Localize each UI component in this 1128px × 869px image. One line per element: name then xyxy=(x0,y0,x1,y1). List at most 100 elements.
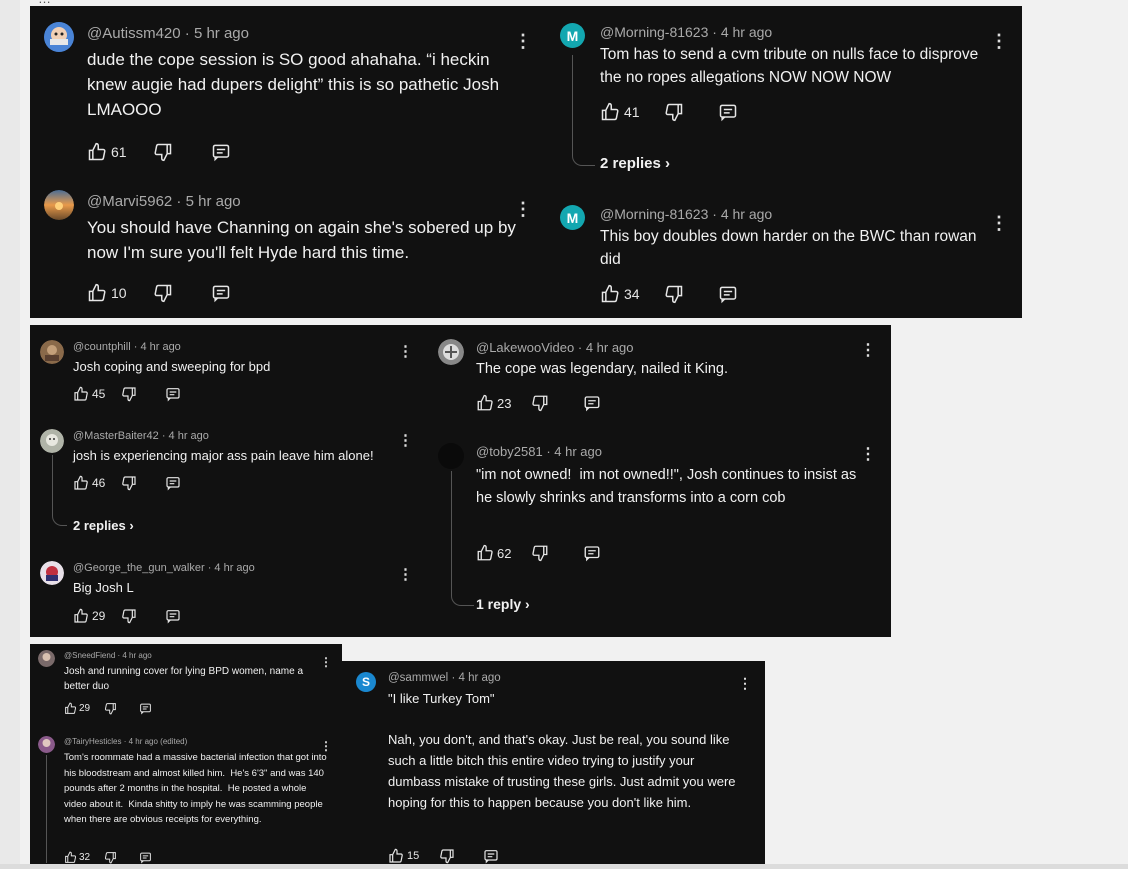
more-vertical-icon[interactable]: ⋮ xyxy=(398,433,413,448)
comment-author[interactable]: @George_the_gun_walker xyxy=(73,562,205,574)
avatar[interactable] xyxy=(40,429,64,453)
avatar[interactable]: M xyxy=(560,205,585,230)
reply-button[interactable] xyxy=(718,284,738,304)
comment-time[interactable]: 4 hr ago xyxy=(458,672,500,684)
reply-button[interactable] xyxy=(583,394,601,412)
dislike-button[interactable] xyxy=(531,394,549,412)
dislike-button[interactable] xyxy=(104,851,117,864)
avatar[interactable] xyxy=(44,22,74,52)
dislike-button[interactable] xyxy=(153,283,173,303)
reply-button[interactable] xyxy=(139,851,152,864)
comment-time[interactable]: 5 hr ago xyxy=(186,193,241,210)
reply-button[interactable] xyxy=(165,386,181,402)
thumbs-down-icon xyxy=(121,608,137,624)
view-replies-button[interactable]: 1 reply › xyxy=(476,596,530,612)
comments-screenshot-3: @SneedFiend · 4 hr ago Josh and running … xyxy=(30,644,342,869)
reply-button[interactable] xyxy=(165,608,181,624)
comment-author[interactable]: @Morning-81623 xyxy=(600,24,708,40)
more-vertical-icon[interactable]: ⋮ xyxy=(398,344,413,359)
thread-line xyxy=(572,55,595,166)
like-button[interactable] xyxy=(476,544,494,562)
like-button[interactable] xyxy=(64,851,77,864)
comment-sneedfiend: @SneedFiend · 4 hr ago Josh and running … xyxy=(38,650,338,720)
comment-author[interactable]: @TairyHesticles xyxy=(64,737,121,746)
view-replies-button[interactable]: 2 replies › xyxy=(73,518,134,533)
reply-button[interactable] xyxy=(211,142,231,162)
avatar[interactable] xyxy=(40,561,64,585)
more-vertical-icon[interactable]: ⋮ xyxy=(990,214,1008,232)
dislike-button[interactable] xyxy=(121,608,137,624)
thumbs-down-icon xyxy=(664,102,684,122)
reply-button[interactable] xyxy=(483,848,499,864)
like-button[interactable] xyxy=(87,142,107,162)
comment-time[interactable]: 4 hr ago xyxy=(169,430,209,442)
comment-author[interactable]: @Autissm420 xyxy=(87,25,181,42)
comment-author[interactable]: @MasterBaiter42 xyxy=(73,430,159,442)
comment-text: Josh coping and sweeping for bpd xyxy=(73,359,271,374)
like-button[interactable] xyxy=(73,386,89,402)
reply-button[interactable] xyxy=(718,102,738,122)
like-button[interactable] xyxy=(600,284,620,304)
avatar[interactable] xyxy=(40,340,64,364)
comment-author[interactable]: @toby2581 xyxy=(476,444,543,459)
comment-time[interactable]: 4 hr ago xyxy=(214,562,254,574)
comment-time[interactable]: 4 hr ago xyxy=(721,206,772,222)
like-button[interactable] xyxy=(73,608,89,624)
view-replies-button[interactable]: 2 replies › xyxy=(600,155,670,172)
more-vertical-icon[interactable]: ⋮ xyxy=(990,32,1008,50)
comment-author[interactable]: @Morning-81623 xyxy=(600,206,708,222)
more-vertical-icon[interactable]: ⋮ xyxy=(738,676,752,690)
dislike-button[interactable] xyxy=(153,142,173,162)
reply-button[interactable] xyxy=(211,283,231,303)
more-vertical-icon[interactable]: ⋮ xyxy=(514,32,532,50)
reply-comment-icon xyxy=(583,544,601,562)
more-vertical-icon[interactable]: ⋮ xyxy=(398,567,413,582)
dislike-button[interactable] xyxy=(664,102,684,122)
comment-time[interactable]: 4 hr ago (edited) xyxy=(129,737,188,746)
dislike-button[interactable] xyxy=(664,284,684,304)
comment-time[interactable]: 4 hr ago xyxy=(586,340,634,355)
like-button[interactable] xyxy=(476,394,494,412)
avatar[interactable]: S xyxy=(356,672,376,692)
dislike-button[interactable] xyxy=(439,848,455,864)
comment-author[interactable]: @LakewooVideo xyxy=(476,340,574,355)
comment-morning-81623-a: M @Morning-81623 · 4 hr ago Tom has to s… xyxy=(560,23,1010,183)
dislike-button[interactable] xyxy=(531,544,549,562)
comment-author[interactable]: @sammwel xyxy=(388,672,448,684)
avatar[interactable] xyxy=(44,190,74,220)
more-vertical-icon[interactable]: ⋮ xyxy=(514,200,532,218)
more-vertical-icon[interactable]: ⋮ xyxy=(860,343,876,359)
more-vertical-icon[interactable]: ⋮ xyxy=(320,656,332,668)
avatar[interactable] xyxy=(438,339,464,365)
comment-time[interactable]: 4 hr ago xyxy=(554,444,602,459)
like-button[interactable] xyxy=(600,102,620,122)
like-button[interactable] xyxy=(73,475,89,491)
avatar[interactable] xyxy=(38,650,55,667)
dislike-button[interactable] xyxy=(104,702,117,715)
avatar[interactable]: M xyxy=(560,23,585,48)
thumbs-down-icon xyxy=(104,851,117,864)
dislike-button[interactable] xyxy=(121,386,137,402)
comment-time[interactable]: 4 hr ago xyxy=(721,24,772,40)
like-button[interactable] xyxy=(87,283,107,303)
like-button[interactable] xyxy=(64,702,77,715)
dislike-button[interactable] xyxy=(121,475,137,491)
like-count: 29 xyxy=(79,703,91,714)
more-vertical-icon[interactable]: ⋮ xyxy=(320,740,332,752)
avatar[interactable] xyxy=(38,736,55,753)
comment-text: This boy doubles down harder on the BWC … xyxy=(600,228,981,268)
reply-button[interactable] xyxy=(583,544,601,562)
comment-time[interactable]: 4 hr ago xyxy=(122,651,151,660)
comment-time[interactable]: 5 hr ago xyxy=(194,25,249,42)
comment-author[interactable]: @Marvi5962 xyxy=(87,193,172,210)
reply-button[interactable] xyxy=(165,475,181,491)
reply-button[interactable] xyxy=(139,702,152,715)
more-vertical-icon[interactable]: ⋮ xyxy=(860,447,876,463)
avatar[interactable] xyxy=(438,443,464,469)
comment-author[interactable]: @countphill xyxy=(73,341,131,353)
horizontal-scrollbar[interactable] xyxy=(0,864,1128,869)
comment-time[interactable]: 4 hr ago xyxy=(140,341,180,353)
comment-author[interactable]: @SneedFiend xyxy=(64,651,115,660)
thread-line xyxy=(46,755,48,863)
like-button[interactable] xyxy=(388,848,404,864)
